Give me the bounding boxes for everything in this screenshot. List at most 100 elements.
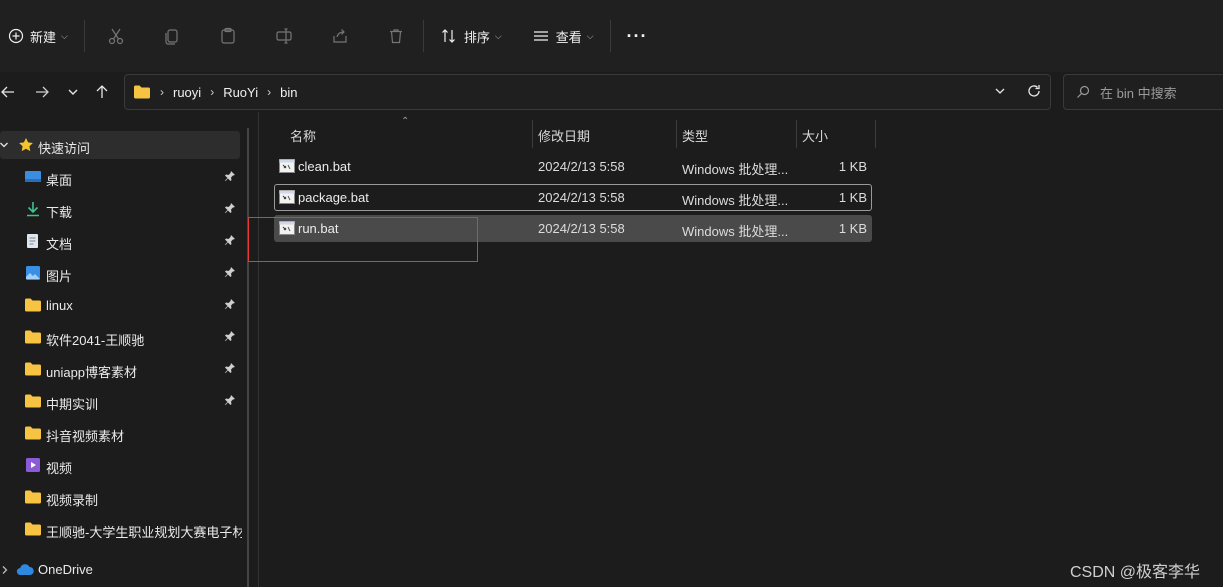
paste-button[interactable]: [211, 18, 245, 54]
sidebar-item-videos[interactable]: 视频: [0, 451, 240, 479]
pin-icon[interactable]: [224, 234, 236, 249]
sort-button-label: 排序: [463, 29, 490, 45]
rename-button[interactable]: [267, 18, 301, 54]
sidebar-item-label: 中期实训: [46, 397, 99, 412]
clipboard-icon: [221, 27, 235, 44]
chevron-down-icon[interactable]: [994, 85, 1006, 97]
view-button-label: 查看: [555, 29, 582, 45]
share-button[interactable]: [323, 18, 357, 54]
search-icon: [1077, 85, 1090, 98]
pin-icon[interactable]: [224, 298, 236, 313]
pin-icon[interactable]: [224, 266, 236, 281]
up-button[interactable]: [90, 80, 114, 104]
sidebar-item-linux[interactable]: linux: [0, 291, 240, 319]
desktop-icon: [24, 169, 42, 188]
file-row-clean-bat[interactable]: clean.bat 2024/2/13 5:58 Windows 批处理... …: [274, 153, 872, 180]
column-header-type[interactable]: 类型: [682, 126, 708, 145]
sidebar-item-video-recording[interactable]: 视频录制: [0, 483, 240, 511]
share-icon: [333, 29, 347, 43]
folder-icon: [24, 361, 42, 380]
copy-button[interactable]: [155, 18, 189, 54]
sidebar-item-label: 文档: [46, 237, 73, 252]
column-header-size[interactable]: 大小: [802, 126, 828, 145]
column-divider[interactable]: [532, 120, 533, 148]
sidebar-item-quick-access[interactable]: 快速访问: [0, 131, 240, 159]
breadcrumb-ruoyi-project[interactable]: RuoYi: [223, 85, 258, 100]
sort-button[interactable]: 排序 ⌵: [432, 18, 510, 54]
pin-icon[interactable]: [224, 394, 236, 409]
pin-icon[interactable]: [224, 202, 236, 217]
trash-icon: [389, 29, 402, 44]
sidebar-item-software-2041[interactable]: 软件2041-王顺驰: [0, 323, 240, 351]
sidebar-item-uniapp-blog[interactable]: uniapp博客素材: [0, 355, 240, 383]
more-options-button[interactable]: ···: [619, 18, 656, 54]
sidebar-item-label: uniapp博客素材: [46, 365, 138, 380]
column-header-name[interactable]: 名称: [290, 126, 316, 145]
column-divider[interactable]: [796, 120, 797, 148]
sidebar-item-midterm-training[interactable]: 中期实训: [0, 387, 240, 415]
toolbar-divider: [609, 20, 611, 52]
column-divider[interactable]: [875, 120, 876, 148]
sidebar-item-douyin-materials[interactable]: 抖音视频素材: [0, 419, 240, 447]
breadcrumb-bin[interactable]: bin: [280, 85, 297, 100]
expand-chevron-icon[interactable]: [0, 138, 9, 153]
chevron-right-icon: ›: [160, 85, 164, 99]
command-bar: 新建 ⌵ 排序 ⌵ 查看 ⌵ ···: [0, 0, 1223, 72]
chevron-down-icon: ⌵: [494, 30, 502, 41]
folder-icon: [24, 393, 42, 412]
column-header-date[interactable]: 修改日期: [538, 126, 590, 145]
search-box[interactable]: 在 bin 中搜索: [1063, 74, 1223, 110]
file-type: Windows 批处理...: [682, 162, 789, 177]
scissors-icon: [108, 28, 123, 45]
sidebar-item-label: 抖音视频素材: [46, 429, 125, 444]
cloud-icon: [16, 563, 34, 579]
chevron-right-icon: ›: [210, 85, 215, 99]
file-date: 2024/2/13 5:58: [538, 190, 625, 205]
sidebar-item-onedrive[interactable]: OneDrive: [0, 555, 240, 583]
pin-icon[interactable]: [224, 362, 236, 377]
sidebar-item-label: 快速访问: [38, 141, 91, 156]
video-icon: [24, 457, 42, 476]
recent-locations-button[interactable]: [61, 80, 85, 104]
column-divider[interactable]: [676, 120, 677, 148]
new-button-label: 新建: [30, 29, 57, 45]
file-size: 1 KB: [838, 159, 867, 174]
cut-button[interactable]: [99, 18, 133, 54]
folder-icon: [24, 425, 42, 444]
chevron-right-icon: ›: [267, 85, 272, 99]
sidebar-item-pictures[interactable]: 图片: [0, 259, 240, 287]
folder-icon: [24, 329, 42, 348]
sidebar-item-downloads[interactable]: 下载: [0, 195, 240, 223]
refresh-icon[interactable]: [1026, 83, 1042, 99]
folder-icon: [24, 521, 42, 540]
batch-file-icon: [279, 159, 295, 176]
view-button[interactable]: 查看 ⌵: [524, 18, 602, 54]
arrow-up-icon: [96, 85, 108, 98]
sidebar-item-documents[interactable]: 文档: [0, 227, 240, 255]
plus-circle-icon: [8, 28, 24, 44]
expand-chevron-icon[interactable]: [0, 563, 10, 578]
highlight-annotation-box: [248, 217, 478, 262]
pin-icon[interactable]: [224, 170, 236, 185]
sidebar-item-career-planning[interactable]: 王顺驰-大学生职业规划大赛电子材料: [0, 515, 242, 543]
forward-button[interactable]: [30, 80, 54, 104]
delete-button[interactable]: [379, 18, 413, 54]
pin-icon[interactable]: [224, 330, 236, 345]
document-icon: [24, 233, 42, 252]
arrow-left-icon: [1, 86, 14, 98]
new-button[interactable]: 新建 ⌵: [0, 18, 76, 54]
sidebar-item-label: OneDrive: [38, 562, 93, 577]
address-bar[interactable]: › ruoyi › RuoYi › bin: [124, 74, 1051, 110]
file-size: 1 KB: [838, 221, 867, 236]
breadcrumb-ruoyi[interactable]: ruoyi: [173, 85, 201, 100]
arrow-right-icon: [36, 86, 49, 98]
sidebar-item-label: 视频: [46, 461, 73, 476]
file-row-package-bat[interactable]: package.bat 2024/2/13 5:58 Windows 批处理..…: [274, 184, 872, 211]
sort-icon: [441, 29, 455, 43]
more-icon: ···: [626, 25, 648, 46]
pane-divider: [258, 112, 259, 587]
back-button[interactable]: [0, 80, 20, 104]
rename-icon: [276, 28, 292, 44]
file-name: clean.bat: [298, 159, 351, 174]
sidebar-item-desktop[interactable]: 桌面: [0, 163, 240, 191]
